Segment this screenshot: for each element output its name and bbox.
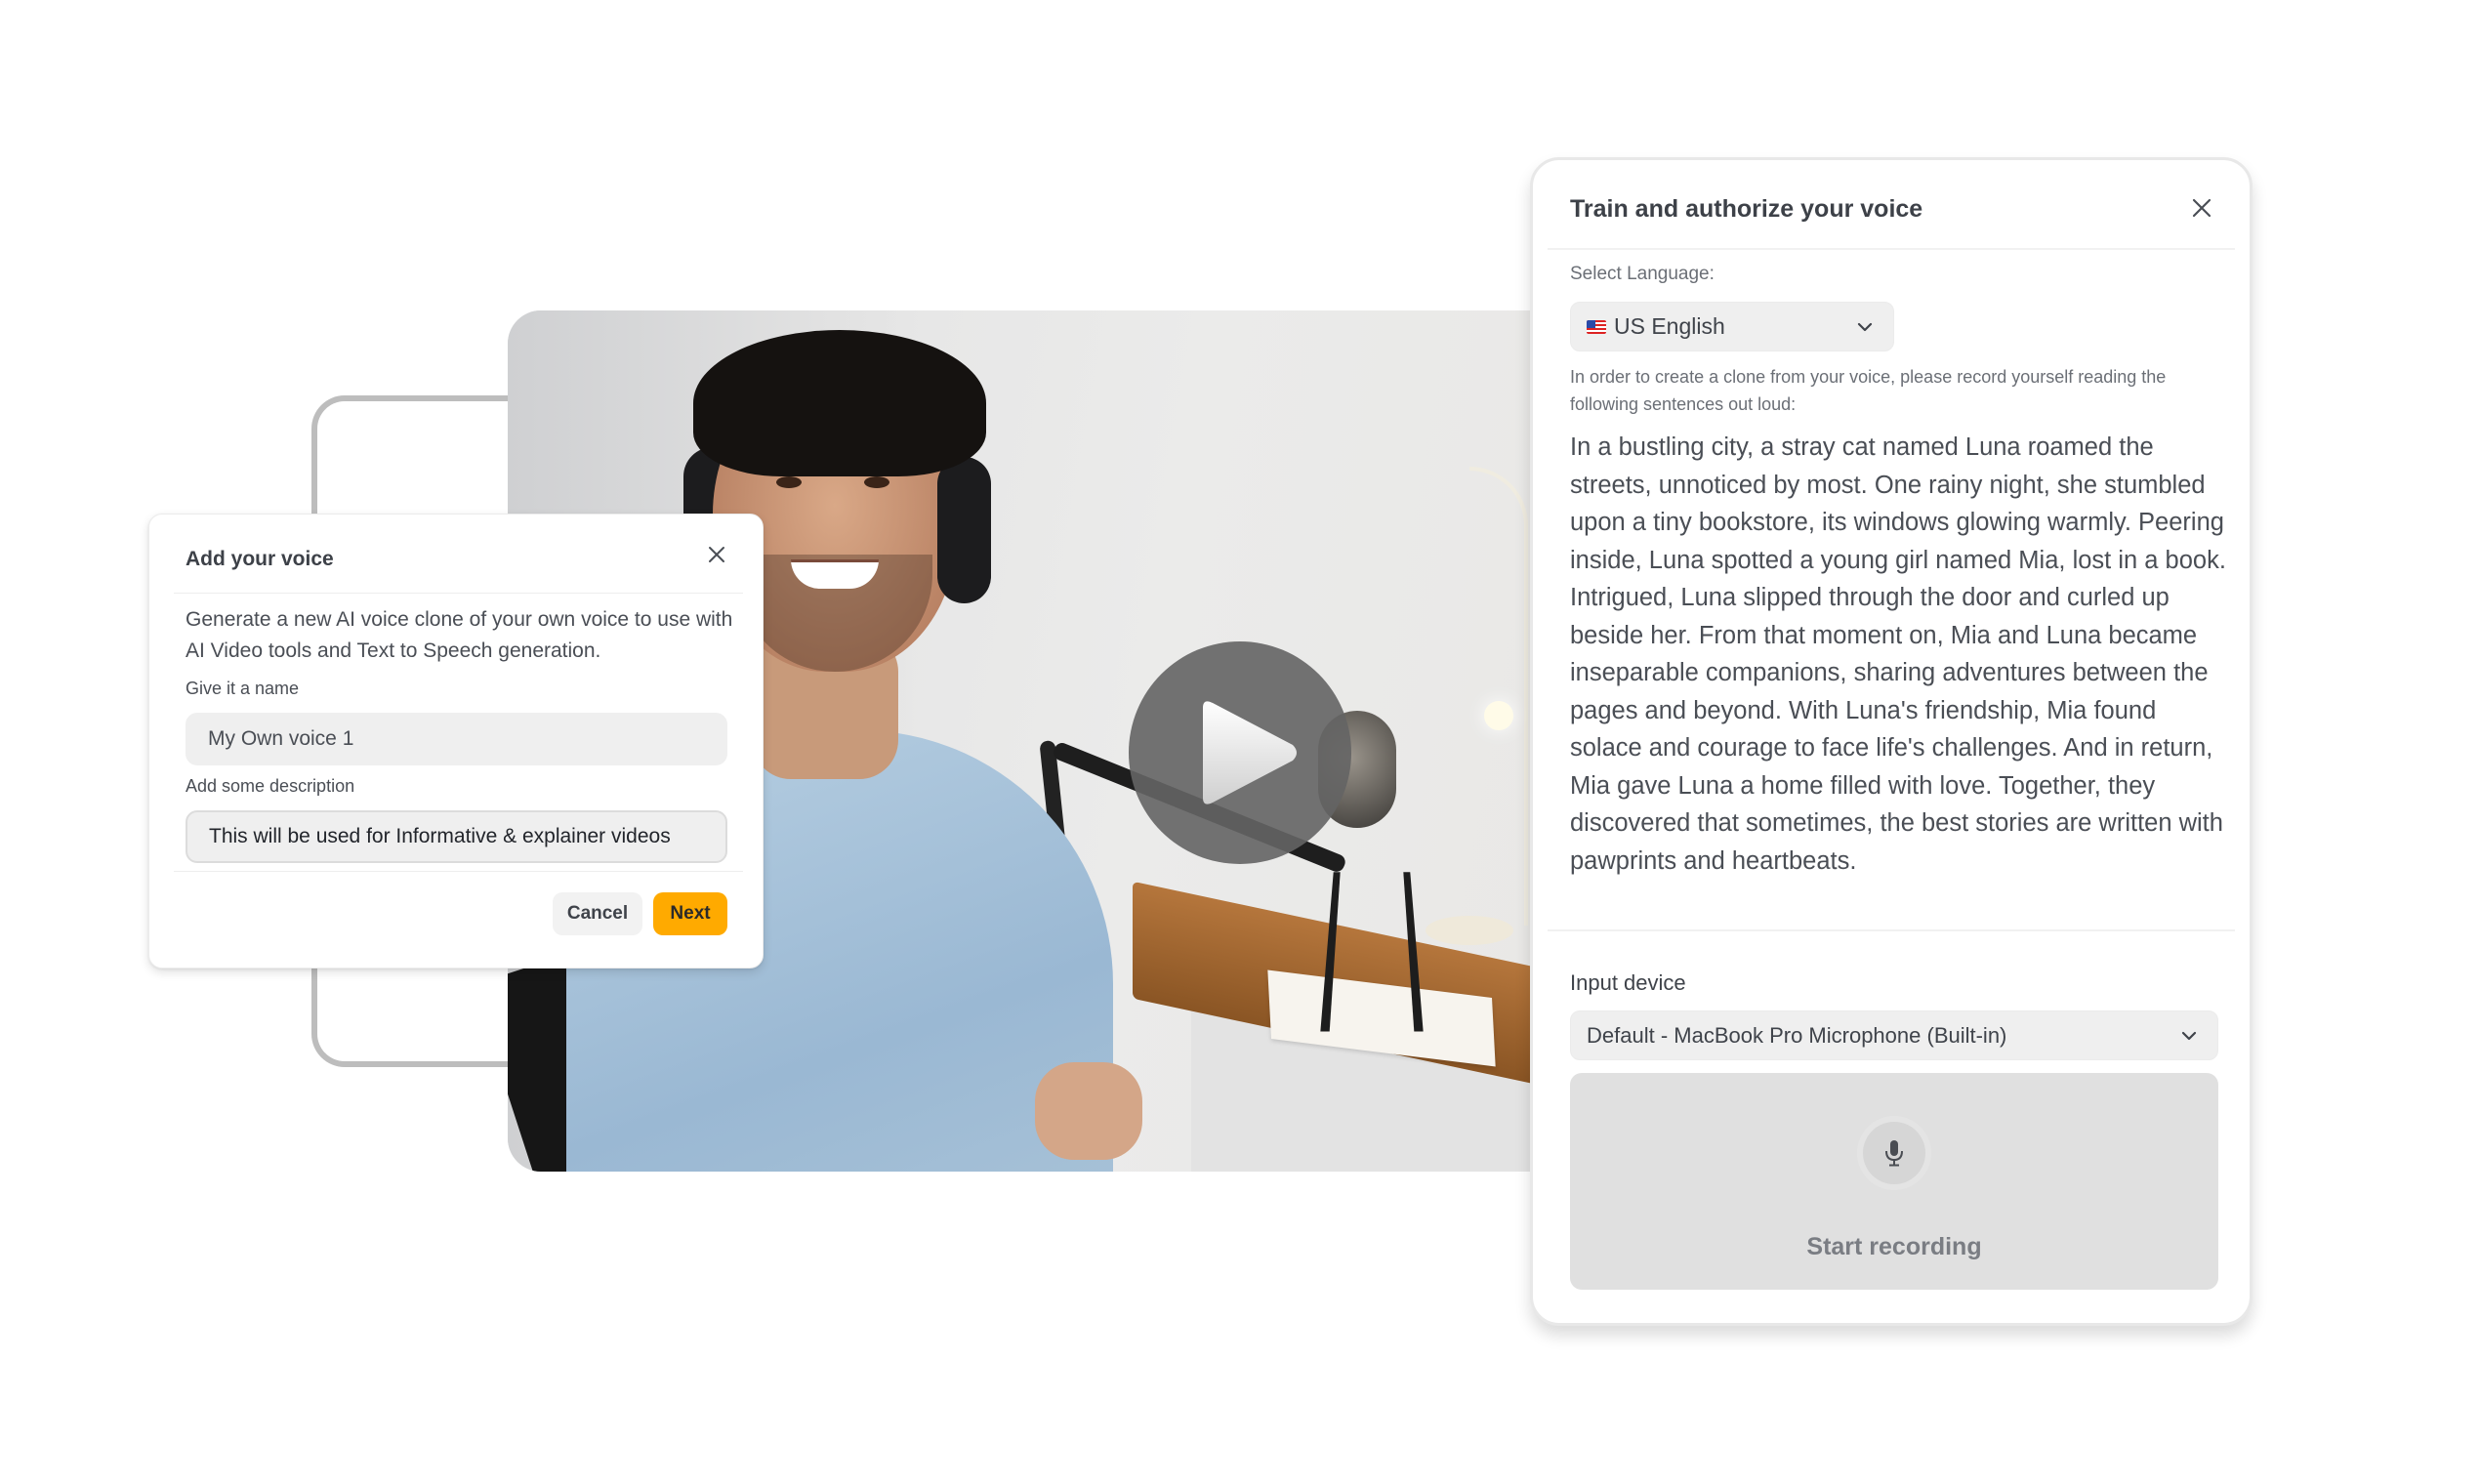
language-label: Select Language: bbox=[1570, 264, 1715, 284]
person-hands bbox=[1035, 1062, 1142, 1160]
divider bbox=[174, 871, 743, 872]
language-value: US English bbox=[1614, 313, 1725, 339]
microphone-icon bbox=[1885, 1140, 1903, 1167]
play-button[interactable] bbox=[1129, 641, 1351, 864]
panel-title: Train and authorize your voice bbox=[1570, 195, 1923, 223]
mic-tripod bbox=[1320, 872, 1424, 1032]
input-device-value: Default - MacBook Pro Microphone (Built-… bbox=[1587, 1022, 2007, 1048]
dialog-title: Add your voice bbox=[186, 548, 334, 570]
person-hair bbox=[693, 330, 986, 476]
start-recording-button[interactable]: Start recording bbox=[1570, 1073, 2218, 1290]
start-recording-label: Start recording bbox=[1806, 1233, 1982, 1260]
add-voice-dialog: Add your voice Generate a new AI voice c… bbox=[148, 514, 764, 969]
reading-script: In a bustling city, a stray cat named Lu… bbox=[1570, 433, 2226, 875]
close-icon[interactable] bbox=[706, 544, 727, 565]
close-icon[interactable] bbox=[2189, 195, 2214, 221]
input-device-select[interactable]: Default - MacBook Pro Microphone (Built-… bbox=[1570, 1010, 2218, 1060]
name-label: Give it a name bbox=[186, 679, 300, 698]
cancel-button[interactable]: Cancel bbox=[553, 892, 642, 935]
play-icon bbox=[1203, 701, 1297, 804]
dialog-description: Generate a new AI voice clone of your ow… bbox=[186, 608, 733, 662]
person-eye bbox=[864, 476, 889, 488]
chevron-down-icon bbox=[2181, 1031, 2197, 1040]
description-label: Add some description bbox=[186, 776, 355, 796]
chevron-down-icon bbox=[1857, 322, 1873, 331]
divider bbox=[1548, 929, 2235, 931]
lamp-base bbox=[1426, 916, 1513, 945]
next-button[interactable]: Next bbox=[653, 892, 727, 935]
headphones bbox=[937, 457, 991, 603]
input-device-label: Input device bbox=[1570, 970, 1686, 995]
lamp-bulb bbox=[1484, 701, 1513, 730]
voice-name-input[interactable] bbox=[186, 713, 727, 765]
voice-description-input[interactable] bbox=[186, 810, 727, 863]
person-eye bbox=[776, 476, 802, 488]
mic-circle bbox=[1863, 1122, 1925, 1184]
divider bbox=[174, 593, 743, 594]
lamp bbox=[1469, 467, 1528, 926]
divider bbox=[1548, 248, 2235, 250]
us-flag-icon bbox=[1587, 319, 1606, 334]
language-select[interactable]: US English bbox=[1570, 302, 1894, 351]
instructions-text: In order to create a clone from your voi… bbox=[1570, 367, 2167, 414]
train-voice-panel: Train and authorize your voice Select La… bbox=[1530, 157, 2253, 1326]
